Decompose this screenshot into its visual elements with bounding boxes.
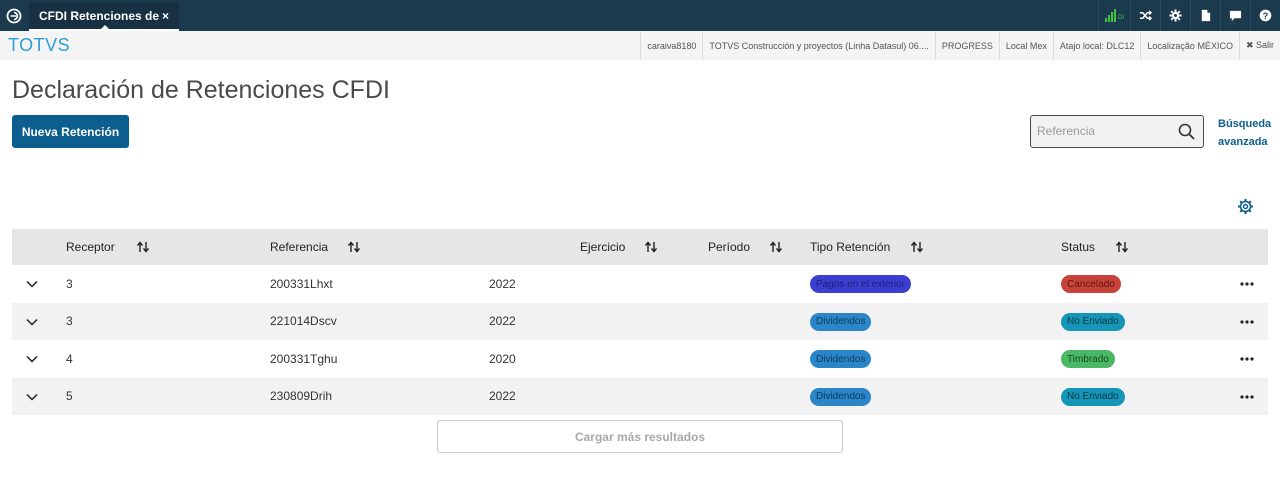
sort-icon[interactable] [644, 240, 658, 254]
more-options-icon[interactable] [1239, 319, 1255, 325]
chevron-down-icon[interactable] [26, 316, 38, 328]
chevron-down-icon[interactable] [26, 391, 38, 403]
company-info[interactable]: TOTVS Construcción y proyectos (Linha Da… [702, 31, 934, 60]
cell-ejercicio: 2022 [489, 389, 516, 403]
status-badge: No Enviado [1061, 312, 1125, 331]
more-options-icon[interactable] [1239, 356, 1255, 362]
cell-referencia: 221014Dscv [270, 314, 337, 328]
status-badge: Timbrado [1061, 350, 1115, 368]
cell-ejercicio: 2022 [489, 276, 516, 291]
app-logo-icon[interactable] [0, 0, 28, 31]
locale-info[interactable]: Local Mex [998, 31, 1053, 60]
header-receptor[interactable]: Receptor [66, 229, 115, 265]
database-info[interactable]: PROGRESS [934, 31, 999, 60]
sort-icon[interactable] [769, 240, 783, 254]
cell-referencia: 200331Lhxt [270, 276, 333, 291]
help-icon[interactable]: ? [1250, 0, 1280, 31]
cell-referencia: 230809Drih [270, 389, 333, 403]
tab-cfdi-retenciones[interactable]: CFDI Retenciones de × [29, 2, 179, 31]
page-title: Declaración de Retenciones CFDI [12, 76, 390, 104]
sort-icon[interactable] [347, 240, 361, 254]
svg-text:?: ? [1263, 11, 1269, 21]
chevron-down-icon[interactable] [26, 278, 38, 290]
cell-receptor: 4 [66, 351, 73, 366]
brand-logo[interactable]: TOTVS [8, 35, 70, 56]
table-row[interactable]: 3 221014Dscv 2022 Dividendos No Enviado [12, 302, 1268, 340]
cell-ejercicio: 2022 [489, 314, 516, 328]
chevron-down-icon[interactable] [26, 353, 38, 365]
tab-close-icon[interactable]: × [162, 9, 169, 23]
search-field[interactable] [1030, 115, 1204, 148]
header-ejercicio[interactable]: Ejercicio [580, 229, 625, 265]
tipo-badge: Pagos en el exterior [810, 275, 911, 293]
table-row[interactable]: 5 230809Drih 2022 Dividendos No Enviado [12, 377, 1268, 415]
header-tipo-retencion[interactable]: Tipo Retención [810, 229, 890, 265]
more-options-icon[interactable] [1239, 394, 1255, 400]
status-badge: No Enviado [1061, 387, 1125, 406]
sort-icon[interactable] [1115, 240, 1129, 254]
table-settings-icon[interactable] [1237, 198, 1254, 215]
localization-info[interactable]: Localização MÉXICO [1140, 31, 1239, 60]
user-info[interactable]: caraiva8180 [640, 31, 702, 60]
header-referencia[interactable]: Referencia [270, 229, 328, 265]
chat-icon[interactable] [1220, 0, 1250, 31]
shuffle-icon[interactable] [1130, 0, 1160, 31]
header-status[interactable]: Status [1061, 229, 1095, 265]
table-row[interactable]: 3 200331Lhxt 2022 Pagos en el exterior C… [12, 265, 1268, 303]
search-icon[interactable] [1178, 123, 1195, 140]
gear-icon[interactable] [1160, 0, 1190, 31]
header-periodo[interactable]: Período [708, 229, 750, 265]
sort-icon[interactable] [136, 240, 150, 254]
top-bar: CFDI Retenciones de × DI ? [0, 0, 1280, 31]
tipo-badge: Dividendos [810, 350, 872, 368]
cell-receptor: 3 [66, 314, 73, 328]
new-retention-button[interactable]: Nueva Retención [12, 115, 129, 148]
sort-icon[interactable] [910, 240, 924, 254]
document-icon[interactable] [1190, 0, 1220, 31]
advanced-search-link[interactable]: Búsqueda avanzada [1218, 115, 1274, 151]
shortcut-info[interactable]: Atajo local: DLC12 [1052, 31, 1141, 60]
connection-signal-icon[interactable]: DI [1098, 0, 1130, 31]
tipo-badge: Dividendos [810, 312, 872, 331]
cell-ejercicio: 2020 [489, 351, 516, 366]
table-row[interactable]: 4 200331Tghu 2020 Dividendos Timbrado [12, 340, 1268, 378]
more-options-icon[interactable] [1239, 281, 1255, 287]
context-bar: TOTVS caraiva8180 TOTVS Construcción y p… [0, 31, 1280, 60]
tipo-badge: Dividendos [810, 387, 872, 406]
search-input[interactable] [1037, 124, 1177, 138]
retentions-table: Receptor Referencia Ejercicio Período Ti… [12, 229, 1268, 415]
table-header: Receptor Referencia Ejercicio Período Ti… [12, 229, 1268, 265]
status-badge: Cancelado [1061, 275, 1121, 293]
cell-receptor: 3 [66, 276, 73, 291]
logout-button[interactable]: ✖ Salir [1238, 31, 1280, 60]
signal-label: DI [1118, 15, 1124, 21]
tab-label: CFDI Retenciones de [39, 8, 160, 23]
cell-receptor: 5 [66, 389, 73, 403]
cell-referencia: 200331Tghu [270, 351, 338, 366]
load-more-button[interactable]: Cargar más resultados [437, 420, 843, 453]
